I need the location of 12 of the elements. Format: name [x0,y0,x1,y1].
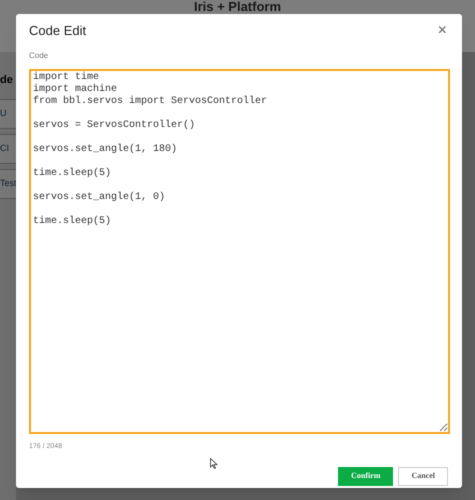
side-button[interactable]: U [0,98,16,128]
side-button[interactable]: Test [0,168,16,198]
close-button[interactable]: × [438,23,447,39]
confirm-button[interactable]: Confirm [338,466,394,486]
field-label: Code [29,50,50,62]
page-title: Iris + Platform [194,0,282,13]
dialog-title: Code Edit [29,22,86,40]
mouse-pointer-icon [210,458,218,469]
code-field[interactable]: import time import machine from bbl.servos import ServosController servos = ServosController() servos.set_angle(1, 180) time.sleep(5) servos.set_angle(1, 0) time.sleep(5) [29,69,450,434]
cancel-button[interactable]: Cancel [398,466,448,486]
side-button[interactable]: CI [0,134,16,164]
section-heading: de [0,73,14,88]
